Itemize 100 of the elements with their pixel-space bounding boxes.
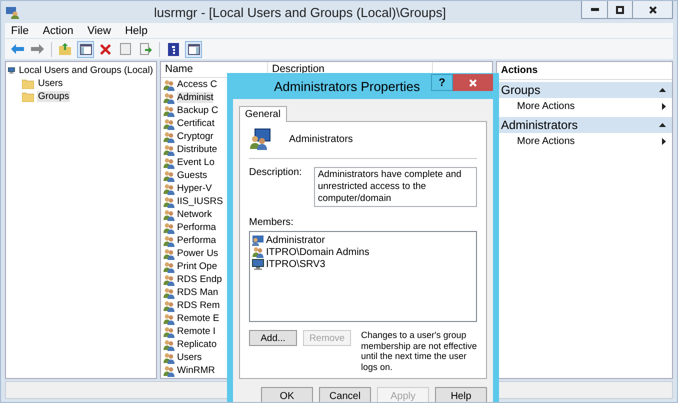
- user-group-icon: [163, 170, 175, 182]
- properties-button[interactable]: [117, 40, 134, 58]
- group-name[interactable]: RDS Rem: [177, 300, 220, 311]
- member-item[interactable]: ITPRO\Domain Admins: [266, 246, 370, 258]
- group-name[interactable]: RDS Man: [177, 287, 218, 298]
- submenu-arrow-icon: [662, 103, 666, 110]
- group-name[interactable]: Administ: [177, 92, 214, 103]
- tree-item[interactable]: Groups: [37, 91, 70, 102]
- user-group-icon: [163, 222, 175, 234]
- user-group-icon: [163, 118, 175, 130]
- group-name[interactable]: Hyper-V: [177, 183, 212, 194]
- group-name[interactable]: IIS_IUSRS: [177, 196, 223, 207]
- window-title: lusrmgr - [Local Users and Groups (Local)\Groups]: [153, 4, 447, 20]
- membership-note: Changes to a user's group membership are not effective until the next time the user logs on.: [361, 330, 477, 372]
- group-name[interactable]: Performa: [177, 235, 216, 246]
- user-group-icon: [163, 248, 175, 260]
- menu-item[interactable]: Action: [42, 24, 74, 36]
- console-tree-button[interactable]: [77, 40, 94, 58]
- user-group-icon: [163, 260, 175, 272]
- user-group-icon: [163, 312, 175, 324]
- group-name[interactable]: RDS Endp: [177, 274, 222, 285]
- group-name[interactable]: Cryptogr: [177, 131, 214, 142]
- export-button[interactable]: [137, 40, 154, 58]
- group-name[interactable]: Print Ope: [177, 261, 218, 272]
- description-label: Description:: [249, 167, 302, 178]
- group-name[interactable]: Backup C: [177, 105, 218, 116]
- tab[interactable]: General: [239, 106, 287, 122]
- minimize-button[interactable]: [582, 1, 607, 18]
- submenu-arrow-icon: [662, 138, 666, 145]
- minimize-icon: [590, 8, 598, 11]
- user-group-icon: [163, 130, 175, 142]
- maximize-icon: [616, 6, 624, 14]
- user-group-icon: [163, 338, 175, 350]
- tree-item[interactable]: Local Users and Groups (Local): [18, 65, 154, 76]
- group-name[interactable]: Remote I: [177, 326, 216, 337]
- user-group-icon: [163, 196, 175, 208]
- delete-icon: [100, 44, 111, 54]
- menu-item[interactable]: File: [11, 24, 29, 36]
- group-name[interactable]: Network: [177, 209, 212, 220]
- user-group-icon: [163, 182, 175, 194]
- close-button[interactable]: [632, 1, 672, 18]
- user-group-icon: [163, 352, 175, 364]
- collapse-icon: [659, 88, 666, 92]
- collapse-icon: [659, 123, 666, 127]
- user-group-icon: [163, 78, 175, 90]
- group-name[interactable]: Replicato: [177, 339, 217, 350]
- help-button[interactable]: ?: [431, 74, 453, 91]
- user-icon: [252, 234, 264, 246]
- up-folder-button[interactable]: [57, 40, 74, 58]
- group-name[interactable]: Guests: [177, 170, 208, 181]
- user-group-icon: [163, 156, 175, 168]
- dialog-button[interactable]: Cancel: [319, 387, 371, 402]
- close-icon: [469, 78, 477, 86]
- user-group-icon: [163, 92, 175, 104]
- group-name[interactable]: Performa: [177, 222, 216, 233]
- group-name[interactable]: Power Us: [177, 248, 218, 259]
- app-icon: [5, 5, 19, 19]
- group-name[interactable]: WinRMR: [177, 365, 215, 376]
- help-button[interactable]: [165, 40, 182, 58]
- back-arrow-icon: [11, 44, 24, 54]
- action-pane-button[interactable]: [185, 40, 202, 58]
- member-button[interactable]: Add...: [249, 330, 297, 346]
- action-item[interactable]: More Actions: [497, 133, 672, 150]
- pane-icon: [188, 44, 200, 54]
- user-group-icon: [163, 104, 175, 116]
- group-name: Administrators: [289, 134, 353, 144]
- member-item[interactable]: ITPRO\SRV3: [266, 258, 326, 270]
- maximize-button[interactable]: [607, 1, 632, 18]
- group-name[interactable]: Certificat: [177, 118, 214, 129]
- member-item[interactable]: Administrator: [266, 234, 325, 246]
- menu-item[interactable]: View: [87, 24, 111, 36]
- close-icon: [648, 6, 656, 14]
- group-name[interactable]: Remote E: [177, 313, 220, 324]
- user-group-icon: [163, 300, 175, 312]
- export-icon: [140, 43, 152, 55]
- folder-arrow-icon: [59, 43, 72, 55]
- folder-icon: [22, 92, 34, 102]
- group-name[interactable]: Distribute: [177, 144, 218, 155]
- user-group-icon: [163, 234, 175, 246]
- user-group-icon: [163, 208, 175, 220]
- dialog-button[interactable]: OK: [261, 387, 313, 402]
- action-item[interactable]: More Actions: [497, 98, 672, 115]
- user-group-icon: [252, 246, 264, 258]
- dialog-title: Administrators Properties: [273, 78, 421, 94]
- section-header[interactable]: Groups: [497, 82, 672, 98]
- group-name[interactable]: Users: [177, 352, 202, 363]
- group-name[interactable]: Access C: [177, 79, 218, 90]
- computer-icon: [252, 258, 264, 270]
- document-icon: [120, 43, 131, 55]
- members-list[interactable]: Administrator ITPRO\Domain Admins ITPRO\SRV3: [249, 231, 477, 322]
- help-book-icon: [168, 42, 179, 56]
- tree-item[interactable]: Users: [37, 78, 64, 89]
- group-name[interactable]: Event Lo: [177, 157, 214, 168]
- section-header[interactable]: Administrators: [497, 117, 672, 133]
- menu-item[interactable]: Help: [124, 24, 148, 36]
- dialog-button[interactable]: Help: [435, 387, 487, 402]
- user-group-icon: [163, 326, 175, 338]
- pane-icon: [80, 44, 92, 54]
- description-field[interactable]: Administrators have complete and unrestricted access to the computer/domain: [314, 167, 477, 207]
- user-group-icon: [163, 274, 175, 286]
